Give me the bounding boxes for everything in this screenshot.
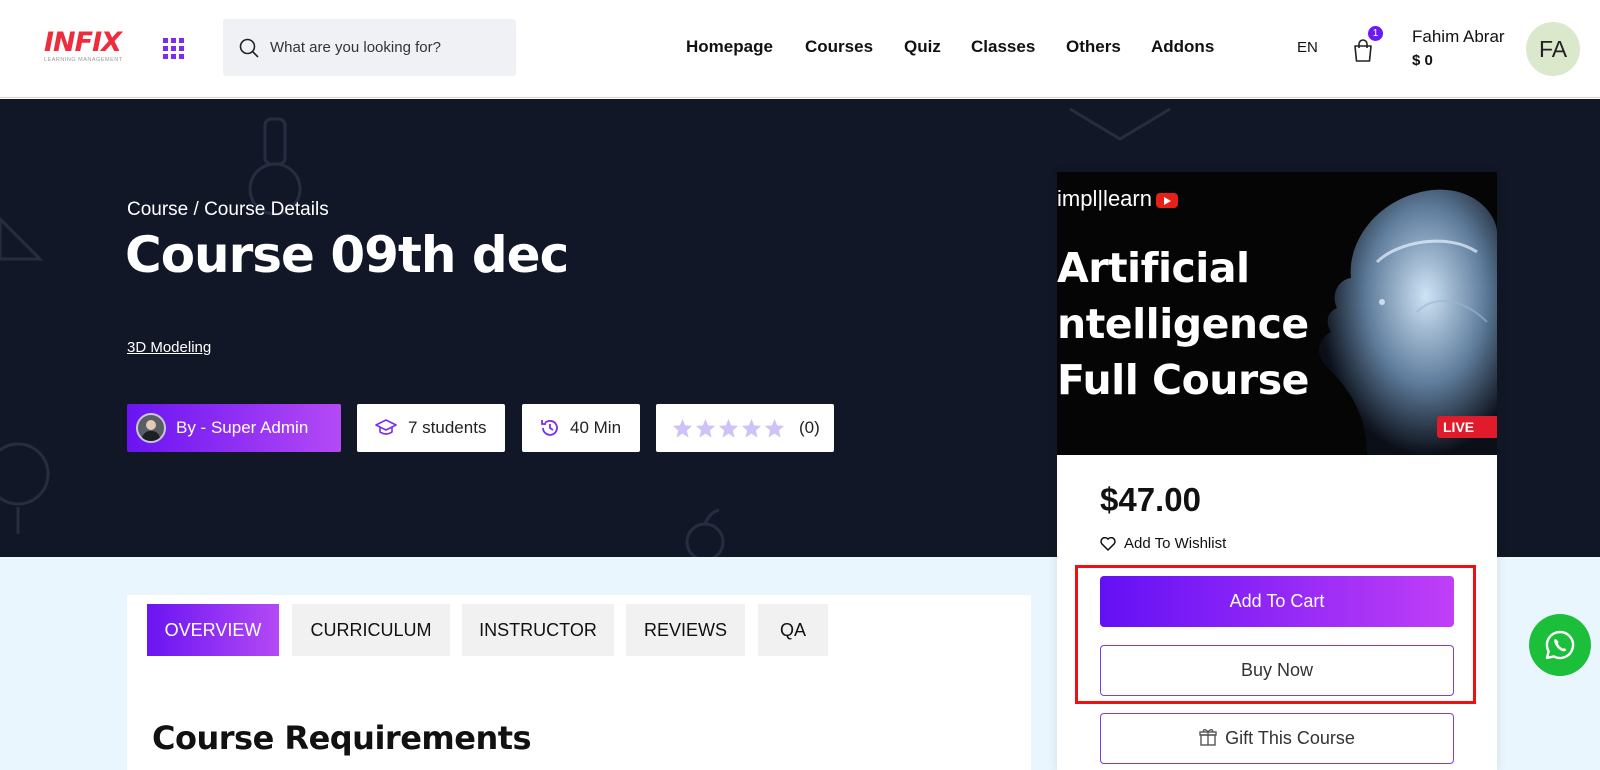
- tab-qa[interactable]: QA: [758, 604, 828, 656]
- students-badge: 7 students: [357, 404, 505, 452]
- section-title: Course Requirements: [152, 719, 532, 757]
- decorative-apple-icon: [685, 508, 725, 557]
- logo-text: INFIX: [44, 27, 122, 58]
- apps-grid-icon[interactable]: [163, 38, 184, 59]
- user-avatar[interactable]: FA: [1526, 22, 1580, 76]
- add-to-cart-button[interactable]: Add To Cart: [1100, 576, 1454, 627]
- search-input[interactable]: [270, 19, 510, 76]
- decorative-ruler-icon: [0, 216, 44, 261]
- nav-homepage[interactable]: Homepage: [686, 37, 773, 57]
- logo-subtitle: LEARNING MANAGEMENT: [44, 57, 123, 63]
- ai-robot-head-illustration: [1319, 189, 1497, 455]
- search-icon: [239, 38, 259, 58]
- tab-instructor[interactable]: INSTRUCTOR: [462, 604, 614, 656]
- rating-stars: [672, 418, 787, 438]
- nav-quiz[interactable]: Quiz: [904, 37, 941, 57]
- thumbnail-line-1: Artificial: [1057, 244, 1250, 292]
- tab-curriculum[interactable]: CURRICULUM: [292, 604, 450, 656]
- whatsapp-icon: [1545, 630, 1575, 660]
- duration-badge: 40 Min: [522, 404, 640, 452]
- students-count: 7 students: [408, 418, 487, 437]
- heart-icon: [1100, 536, 1116, 551]
- gift-course-button[interactable]: Gift This Course: [1100, 713, 1454, 764]
- course-purchase-card: impl|learn Artificial ntelligence Full C…: [1057, 172, 1497, 770]
- course-title: Course 09th dec: [125, 226, 569, 284]
- thumbnail-brand: impl|learn: [1057, 186, 1178, 212]
- rating-count: (0): [799, 418, 820, 437]
- nav-others[interactable]: Others: [1066, 37, 1121, 57]
- star-icon: [695, 418, 716, 438]
- rating-badge: (0): [656, 404, 834, 452]
- instructor-avatar: [136, 413, 166, 443]
- decorative-globe-icon: [0, 442, 50, 534]
- course-category-link[interactable]: 3D Modeling: [127, 339, 211, 356]
- breadcrumb: Course / Course Details: [127, 199, 329, 220]
- thumbnail-line-3: Full Course: [1057, 356, 1309, 404]
- course-thumbnail: impl|learn Artificial ntelligence Full C…: [1057, 172, 1497, 455]
- user-balance: $ 0: [1412, 52, 1433, 69]
- course-price: $47.00: [1100, 481, 1201, 518]
- instructor-badge[interactable]: By - Super Admin: [127, 404, 341, 452]
- buy-now-button[interactable]: Buy Now: [1100, 645, 1454, 696]
- instructor-label: By - Super Admin: [176, 418, 309, 437]
- star-icon: [764, 418, 785, 438]
- star-icon: [741, 418, 762, 438]
- clock-history-icon: [541, 420, 558, 436]
- gift-label: Gift This Course: [1225, 728, 1355, 748]
- live-badge: LIVE: [1437, 416, 1497, 438]
- add-to-wishlist-link[interactable]: Add To Wishlist: [1100, 535, 1226, 552]
- duration-value: 40 Min: [570, 418, 622, 437]
- nav-classes[interactable]: Classes: [971, 37, 1035, 57]
- site-header: INFIX LEARNING MANAGEMENT Homepage Cours…: [0, 0, 1600, 98]
- language-selector[interactable]: EN: [1297, 39, 1318, 56]
- user-name[interactable]: Fahim Abrar: [1412, 27, 1505, 47]
- graduation-cap-icon: [375, 419, 397, 435]
- youtube-icon: [1155, 192, 1178, 208]
- tab-overview[interactable]: OVERVIEW: [147, 604, 279, 656]
- tab-reviews[interactable]: REVIEWS: [626, 604, 745, 656]
- thumbnail-line-2: ntelligence: [1057, 300, 1309, 348]
- gift-icon: [1199, 729, 1217, 746]
- cart-count-badge: 1: [1368, 26, 1383, 41]
- star-icon: [672, 418, 693, 438]
- nav-addons[interactable]: Addons: [1151, 37, 1214, 57]
- whatsapp-chat-button[interactable]: [1529, 614, 1591, 676]
- star-icon: [718, 418, 739, 438]
- site-logo[interactable]: INFIX LEARNING MANAGEMENT: [44, 29, 126, 65]
- nav-courses[interactable]: Courses: [805, 37, 873, 57]
- decorative-book-icon: [1069, 107, 1171, 141]
- live-badge-text: LIVE: [1443, 419, 1475, 435]
- wishlist-label: Add To Wishlist: [1124, 535, 1227, 552]
- search-box: [223, 19, 516, 76]
